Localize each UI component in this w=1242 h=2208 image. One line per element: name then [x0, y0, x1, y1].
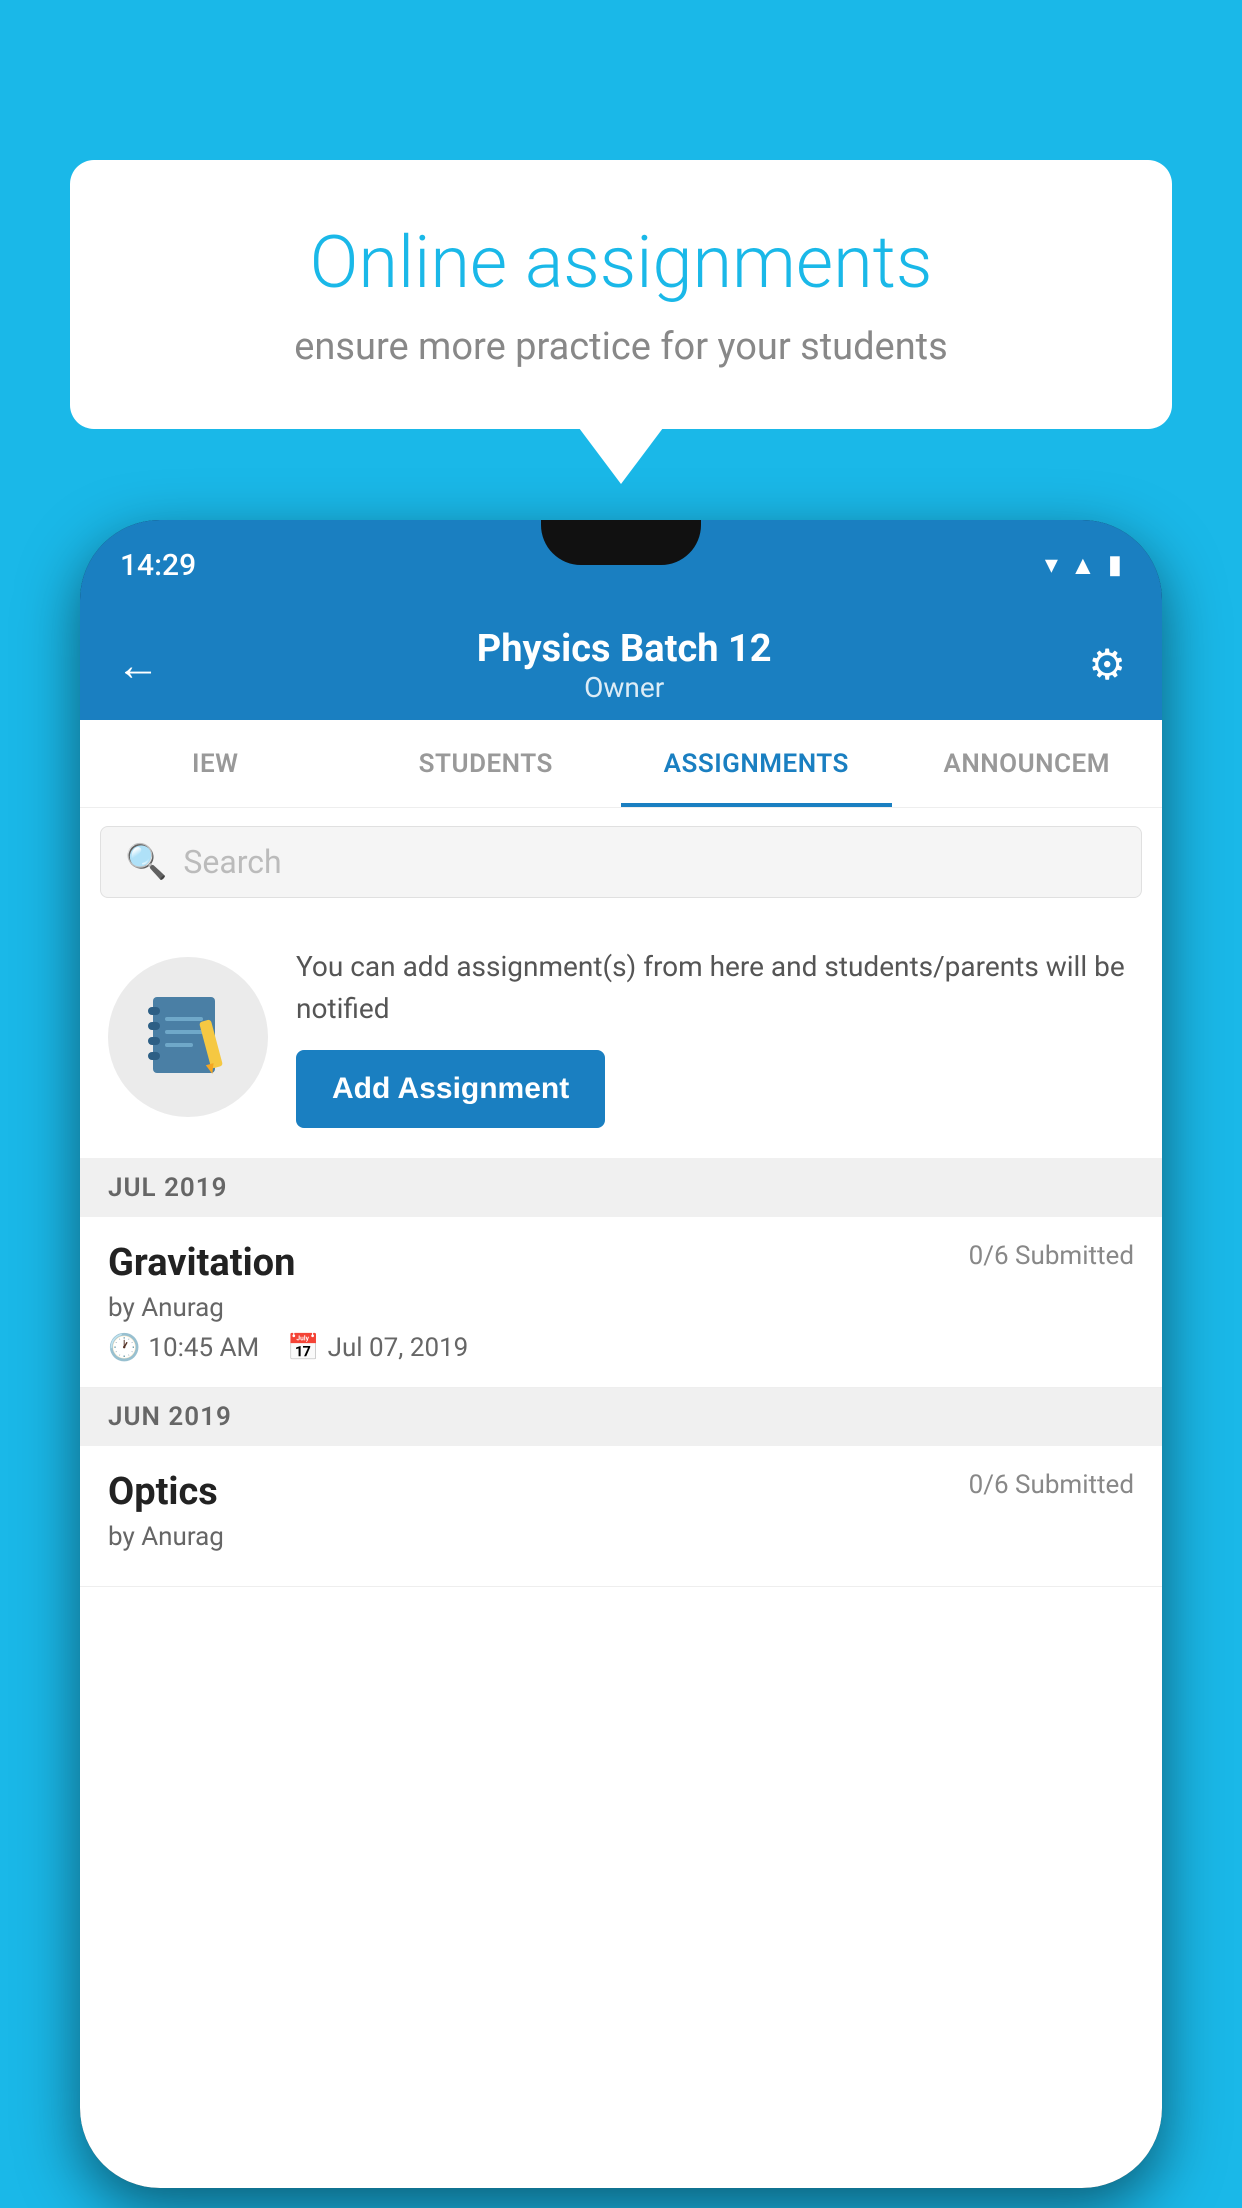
- assignment-time: 10:45 AM: [148, 1333, 259, 1363]
- status-bar: 14:29 ▾ ▲ ▮: [80, 520, 1162, 610]
- bubble-subtitle: ensure more practice for your students: [140, 325, 1102, 369]
- phone-inner: 14:29 ▾ ▲ ▮ ← Physics Batch 12 Owner ⚙ I…: [80, 520, 1162, 2188]
- clock-icon: 🕐: [108, 1333, 140, 1363]
- tab-announcements[interactable]: ANNOUNCEM: [892, 720, 1163, 807]
- assignment-submitted-optics: 0/6 Submitted: [969, 1470, 1134, 1500]
- promo-icon-circle: [108, 957, 268, 1117]
- assignment-by: by Anurag: [108, 1293, 1134, 1323]
- wifi-icon: ▾: [1045, 550, 1058, 580]
- assignment-date: Jul 07, 2019: [328, 1333, 469, 1363]
- assignment-name-optics: Optics: [108, 1470, 218, 1514]
- calendar-icon: 📅: [287, 1333, 319, 1363]
- search-icon: 🔍: [125, 842, 167, 882]
- assignment-item-optics[interactable]: Optics 0/6 Submitted by Anurag: [80, 1446, 1162, 1587]
- assignment-meta: 🕐 10:45 AM 📅 Jul 07, 2019: [108, 1333, 1134, 1363]
- app-bar: ← Physics Batch 12 Owner ⚙: [80, 610, 1162, 720]
- assignment-top-row-optics: Optics 0/6 Submitted: [108, 1470, 1134, 1514]
- status-time: 14:29: [120, 548, 196, 583]
- tab-bar: IEW STUDENTS ASSIGNMENTS ANNOUNCEM: [80, 720, 1162, 808]
- assignment-name: Gravitation: [108, 1241, 295, 1285]
- search-bar-container: 🔍 Search: [80, 808, 1162, 916]
- assignment-by-optics: by Anurag: [108, 1522, 1134, 1552]
- promo-text-area: You can add assignment(s) from here and …: [296, 946, 1134, 1128]
- app-bar-subtitle: Owner: [477, 671, 772, 704]
- status-icons: ▾ ▲ ▮: [1045, 550, 1122, 581]
- app-bar-center: Physics Batch 12 Owner: [477, 627, 772, 704]
- assignment-top-row: Gravitation 0/6 Submitted: [108, 1241, 1134, 1285]
- signal-icon: ▲: [1070, 550, 1096, 581]
- back-button[interactable]: ←: [116, 639, 160, 691]
- tab-students[interactable]: STUDENTS: [351, 720, 622, 807]
- meta-time: 🕐 10:45 AM: [108, 1333, 259, 1363]
- speech-bubble: Online assignments ensure more practice …: [70, 160, 1172, 429]
- add-assignment-button[interactable]: Add Assignment: [296, 1050, 605, 1128]
- app-bar-title: Physics Batch 12: [477, 627, 772, 671]
- bubble-title: Online assignments: [140, 220, 1102, 305]
- battery-icon: ▮: [1108, 550, 1122, 580]
- search-bar[interactable]: 🔍 Search: [100, 826, 1142, 898]
- assignment-item-gravitation[interactable]: Gravitation 0/6 Submitted by Anurag 🕐 10…: [80, 1217, 1162, 1388]
- notebook-icon: [143, 992, 233, 1082]
- section-header-jun: JUN 2019: [80, 1388, 1162, 1446]
- tab-iew[interactable]: IEW: [80, 720, 351, 807]
- phone-content: 🔍 Search: [80, 808, 1162, 2188]
- phone-frame: 14:29 ▾ ▲ ▮ ← Physics Batch 12 Owner ⚙ I…: [80, 520, 1162, 2188]
- tab-assignments[interactable]: ASSIGNMENTS: [621, 720, 892, 807]
- promo-text: You can add assignment(s) from here and …: [296, 946, 1134, 1030]
- section-header-jul: JUL 2019: [80, 1159, 1162, 1217]
- phone-notch: [541, 520, 701, 565]
- settings-icon[interactable]: ⚙: [1088, 640, 1126, 690]
- meta-date: 📅 Jul 07, 2019: [287, 1333, 468, 1363]
- promo-card: You can add assignment(s) from here and …: [80, 916, 1162, 1159]
- assignment-submitted: 0/6 Submitted: [969, 1241, 1134, 1271]
- search-placeholder: Search: [183, 843, 281, 881]
